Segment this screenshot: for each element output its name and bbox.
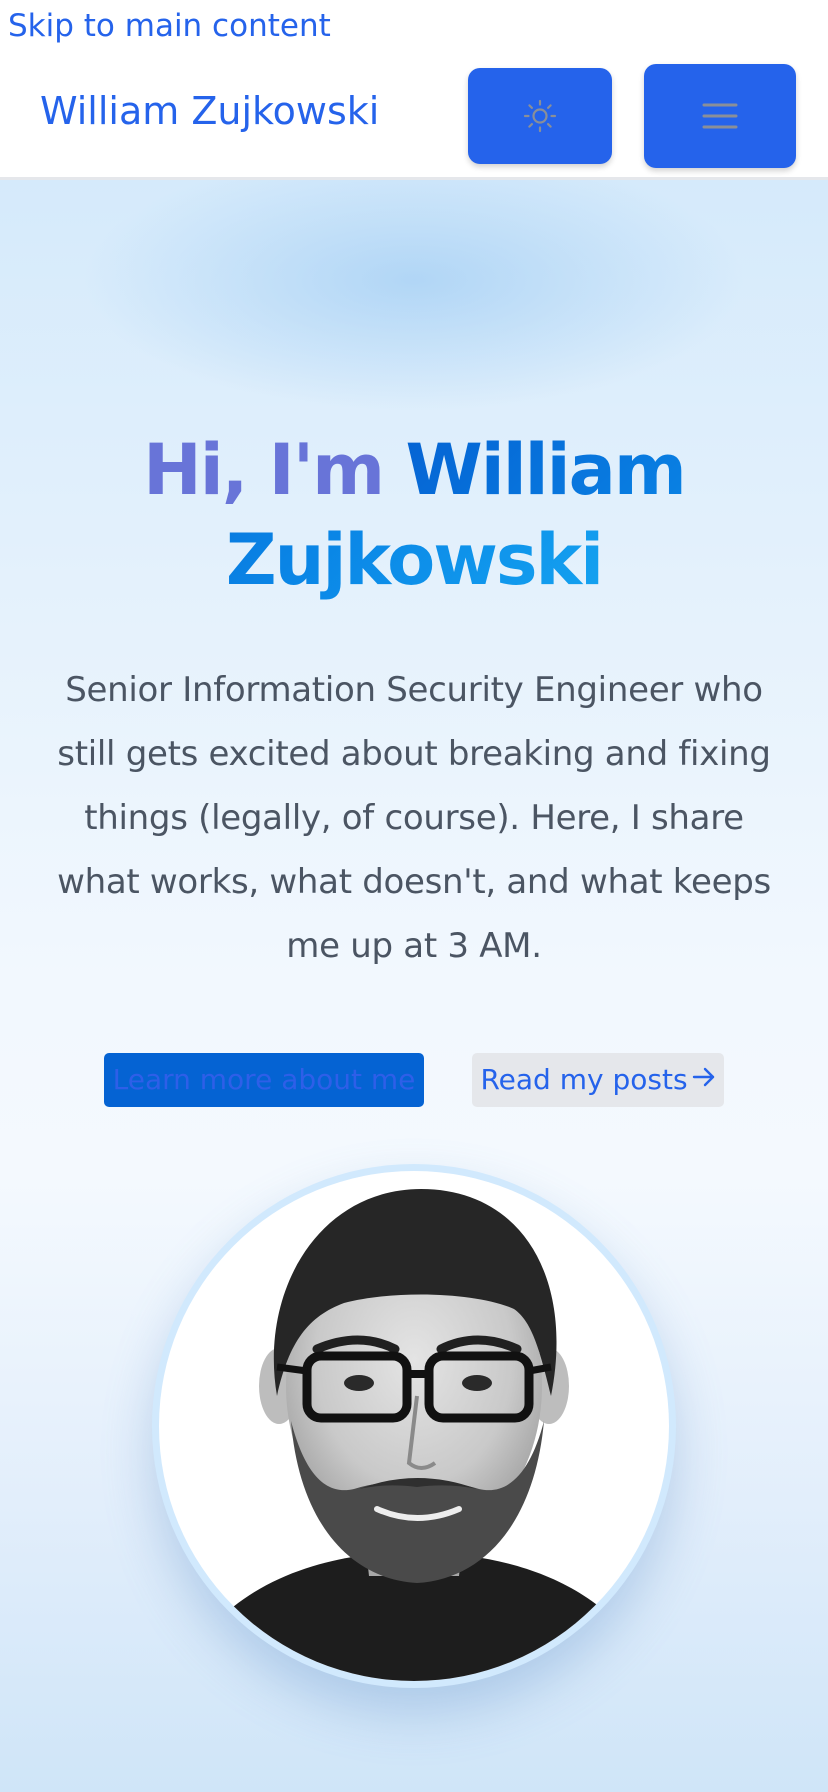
skip-to-main-link[interactable]: Skip to main content [8,6,331,46]
profile-photo-frame [152,1164,676,1688]
hero-section: Hi, I'm William Zujkowski Senior Informa… [0,180,828,1792]
hero-greeting: Hi, I'm [143,429,385,511]
arrow-right-icon [692,1052,716,1106]
hamburger-menu-icon [702,103,738,129]
sun-icon [523,99,557,133]
menu-button[interactable] [644,64,796,168]
hero-description: Senior Information Security Engineer who… [57,670,771,966]
profile-photo [159,1171,669,1681]
read-posts-button[interactable]: Read my posts [472,1053,724,1107]
learn-more-button[interactable]: Learn more about me [104,1053,424,1107]
theme-toggle-button[interactable] [468,68,612,164]
site-title-link[interactable]: William Zujkowski [40,88,379,134]
site-header: William Zujkowski [0,46,828,180]
read-posts-label: Read my posts [480,1063,688,1096]
hero-heading: Hi, I'm William Zujkowski [40,425,788,605]
